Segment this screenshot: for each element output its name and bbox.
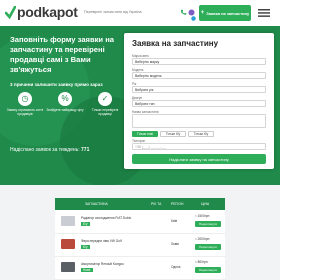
logo-checkmark-icon [5,6,16,19]
reason-text: Заявку отримають сотні продавців [6,108,44,116]
condition-badge: Нове [81,268,93,272]
option-used-only[interactable]: Тільки б/у [160,131,186,137]
form-title: Заявка на запчастину [132,39,219,48]
model-select[interactable]: Виберіть модель [132,72,266,79]
part-price: ≈ 800грн [195,260,208,264]
submit-request-button[interactable]: Надіслати заявку на запчастину [132,154,266,164]
view-offer-button[interactable]: Переглянути [195,244,221,250]
request-part-button[interactable]: + Заявка на запчастину [199,5,251,21]
phone-input[interactable]: +38 (___) ___-__-__ [132,143,266,150]
option-new-only[interactable]: Тільки нові [132,131,158,137]
part-name[interactable]: Амортизатор Renault Kangoo [81,262,124,266]
plus-icon: + [200,10,205,16]
reason-item: ◷ Заявку отримають сотні продавців [6,92,44,116]
reason-item: ✓ Тільки перевірені продавці [86,92,124,116]
viber-icon[interactable] [188,9,195,16]
menu-icon[interactable] [258,9,270,17]
table-header: ЗАПЧАСТИНА РІК ТА РЕГІОН ЦІНА [55,198,225,210]
clock-icon: ◷ [18,92,32,106]
part-region: Київ [171,219,178,223]
counter-value: 771 [81,147,90,153]
part-name[interactable]: Радіатор охолодження FIAT Doblo [81,216,131,220]
reasons-heading: 3 причини залишити заявку прямо зараз [10,82,103,87]
weekly-counter: Надіслано заявок за тиждень: 771 [10,147,89,153]
col-year: РІК ТА [151,202,162,206]
part-thumbnail [61,239,75,249]
col-price: ЦІНА [201,202,210,206]
col-part: ЗАПЧАСТИНА [85,202,108,206]
year-value: Вибрати рік [135,87,154,92]
part-region: Одеса [171,265,181,269]
view-offer-button[interactable]: Переглянути [195,267,221,273]
telegram-icon[interactable] [191,16,196,21]
col-region: РЕГІОН [171,202,184,206]
model-value: Виберіть модель [135,73,162,78]
check-icon: ✓ [98,92,112,106]
view-offer-button[interactable]: Переглянути [195,221,221,227]
table-row[interactable]: Амортизатор Renault Kangoo Нове Одеса ≈ … [55,257,225,280]
part-price: ≈ 1500грн [195,214,210,218]
logo-text[interactable]: podkapot [17,4,78,20]
make-select[interactable]: Виберіть марку [132,58,266,65]
hero-title: Заповніть форму заявки на запчастину та … [10,35,115,74]
option-used-only-2[interactable]: Тільки б/у [188,131,214,137]
reason-text: Тільки перевірені продавці [91,108,119,116]
table-row[interactable]: Фара передня ліва VW Golf Б/у Львів ≈ 20… [55,234,225,257]
reason-item: % Знайдете найкращу ціну [46,92,84,112]
condition-badge: Б/у [81,245,90,249]
phone-placeholder: +38 (___) ___-__-__ [135,144,167,149]
phone-icon[interactable] [180,9,187,16]
part-region: Львів [171,242,179,246]
part-name-textarea[interactable] [132,114,266,128]
reason-text: Знайдете найкращу ціну [46,108,84,112]
table-row[interactable]: Радіатор охолодження FIAT Doblo Б/у Київ… [55,211,225,234]
engine-select[interactable]: Вибрати тип [132,100,266,107]
percent-icon: % [58,92,72,106]
part-thumbnail [61,216,75,226]
part-name[interactable]: Фара передня ліва VW Golf [81,239,122,243]
condition-badge: Б/у [81,222,90,226]
engine-value: Вибрати тип [135,101,155,106]
site-header: podkapot Перевірені запчастини від Украї… [0,0,280,27]
part-thumbnail [61,262,75,272]
request-part-label: Заявка на запчастину [206,10,250,16]
tagline: Перевірені запчастини від Україна [84,10,142,14]
make-value: Виберіть марку [135,59,160,64]
listings-table: ЗАПЧАСТИНА РІК ТА РЕГІОН ЦІНА Радіатор о… [55,198,225,280]
year-select[interactable]: Вибрати рік [132,86,266,93]
part-price: ≈ 2000грн [195,237,210,241]
request-form: Заявка на запчастину Марка авто Виберіть… [124,33,274,169]
counter-label: Надіслано заявок за тиждень: [10,147,80,153]
